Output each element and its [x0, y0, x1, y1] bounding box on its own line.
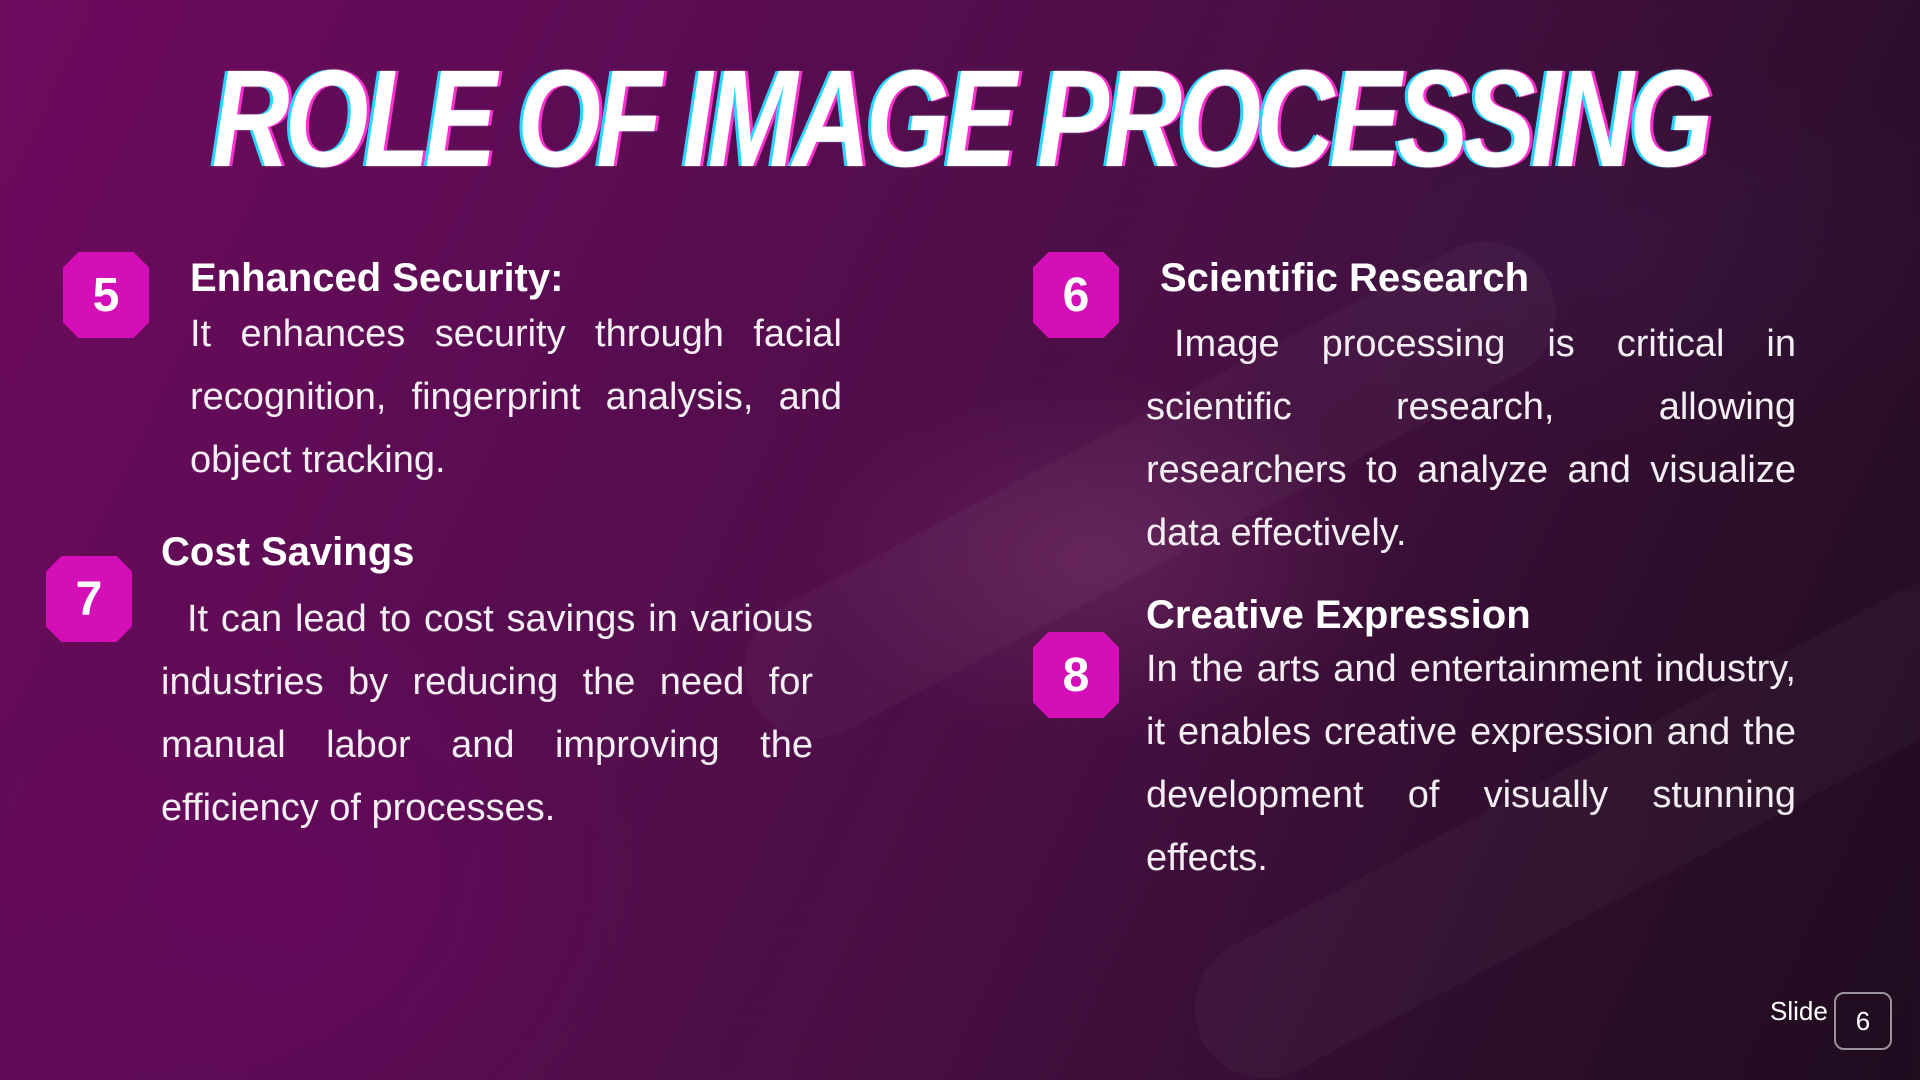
slide-title: ROLE OF IMAGE PROCESSING	[211, 42, 1713, 196]
item-number-badge: 6	[1033, 252, 1119, 338]
slide-number: 6	[1834, 992, 1892, 1050]
item-heading: Scientific Research	[1160, 256, 1530, 300]
item-text: It enhances security through facial reco…	[190, 313, 842, 481]
item-number-badge: 5	[63, 252, 149, 338]
item-heading: Creative Expression	[1146, 593, 1531, 637]
item-text: It can lead to cost savings in various i…	[161, 598, 813, 829]
item-number-badge: 7	[46, 556, 132, 642]
slide-label: Slide	[1770, 996, 1828, 1026]
item-heading: Cost Savings	[161, 530, 415, 574]
item-text: Image processing is critical in scientif…	[1146, 323, 1796, 554]
item-number-badge: 8	[1033, 632, 1119, 718]
item-text: In the arts and entertainment industry, …	[1146, 648, 1796, 879]
item-heading: Enhanced Security:	[190, 256, 564, 300]
